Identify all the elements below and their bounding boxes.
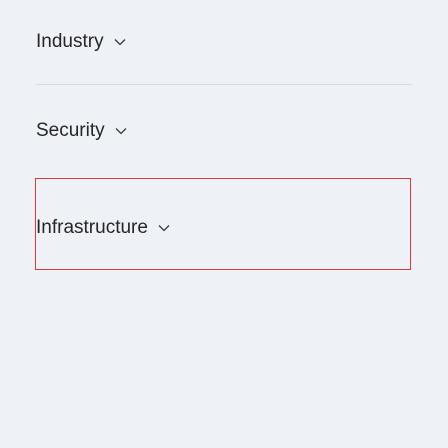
chevron-down-icon: [158, 223, 172, 233]
chevron-down-icon: [114, 37, 128, 47]
menu-item-label: Infrastructure: [36, 217, 148, 238]
divider: [36, 84, 412, 85]
menu-item-security[interactable]: Security: [36, 120, 129, 142]
menu-item-label: Security: [36, 120, 105, 141]
page: Industry Security Infrastructure: [0, 0, 448, 448]
menu-item-industry[interactable]: Industry: [36, 31, 128, 53]
chevron-down-icon: [115, 126, 129, 136]
menu-item-infrastructure[interactable]: Infrastructure: [36, 217, 172, 239]
menu-item-label: Industry: [36, 31, 104, 52]
